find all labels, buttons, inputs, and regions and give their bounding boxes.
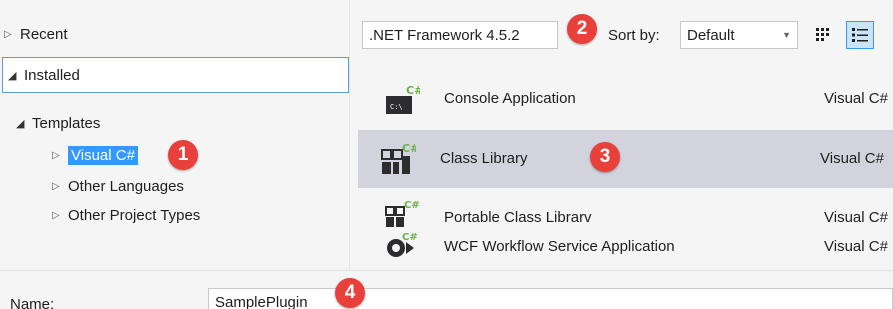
tree-item-visual-csharp[interactable]: ▷ Visual C# [52, 142, 138, 168]
template-name: Class Library [440, 150, 528, 167]
svg-text:C:\: C:\ [390, 103, 403, 111]
template-language: Visual C# [824, 209, 888, 226]
annotation-badge: 1 [168, 140, 198, 170]
grid-view-button[interactable] [811, 23, 835, 47]
tree-item-label: Recent [20, 25, 68, 43]
template-language: Visual C# [820, 150, 884, 167]
collapse-arrow-icon[interactable]: ◢ [16, 117, 32, 130]
grid-view-icon [816, 28, 829, 41]
list-view-icon [852, 28, 868, 42]
template-list: C:\ C# Console Application Visual C# C# … [350, 60, 893, 270]
template-language: Visual C# [824, 238, 888, 255]
console-app-icon: C:\ C# [386, 84, 420, 114]
framework-select[interactable]: .NET Framework 4.5.2 [362, 21, 558, 49]
template-language: Visual C# [824, 90, 888, 107]
template-tree: ▷ Recent ◢ Installed ◢ Templates ▷ Visua… [0, 0, 350, 270]
tree-item-label: Visual C# [68, 145, 138, 165]
svg-text:C#: C# [402, 232, 418, 243]
sort-value: Default [687, 26, 735, 44]
collapse-arrow-icon[interactable]: ◢ [8, 69, 24, 82]
tree-item-templates[interactable]: ◢ Templates [16, 110, 100, 136]
tree-item-label: Templates [32, 114, 101, 132]
list-item[interactable]: C# Class Library Visual C# [358, 130, 893, 188]
expand-arrow-icon[interactable]: ▷ [52, 181, 68, 192]
name-label: Name: [10, 296, 55, 309]
list-item[interactable]: C:\ C# Console Application Visual C# [362, 70, 893, 128]
template-name: Portable Class Librarv [444, 209, 592, 226]
tree-item-label: Installed [24, 66, 80, 84]
expand-arrow-icon[interactable]: ▷ [52, 210, 68, 221]
svg-text:C#: C# [404, 200, 420, 211]
tree-item-other-project-types[interactable]: ▷ Other Project Types [52, 202, 200, 228]
tree-item-installed[interactable]: ◢ Installed [8, 62, 80, 88]
template-name: WCF Workflow Service Application [444, 238, 675, 255]
sort-by-select[interactable]: Default ▼ [680, 21, 798, 49]
new-project-dialog: ▷ Recent ◢ Installed ◢ Templates ▷ Visua… [0, 0, 893, 309]
portable-class-library-icon: C# [385, 200, 420, 227]
list-item[interactable]: C# Portable Class Librarv Visual C# [362, 195, 893, 229]
chevron-down-icon: ▼ [782, 30, 791, 40]
class-library-icon: C# [381, 142, 416, 174]
list-view-button[interactable] [846, 21, 874, 49]
annotation-badge: 2 [567, 14, 597, 44]
framework-value: .NET Framework 4.5.2 [369, 26, 520, 44]
tree-item-recent[interactable]: ▷ Recent [4, 21, 68, 47]
tree-item-label: Other Project Types [68, 206, 201, 224]
expand-arrow-icon[interactable]: ▷ [4, 29, 20, 40]
wcf-workflow-icon: C# [387, 232, 418, 257]
expand-arrow-icon[interactable]: ▷ [52, 150, 68, 161]
svg-text:C#: C# [406, 84, 420, 97]
sort-by-label: Sort by: [608, 27, 660, 44]
svg-text:C#: C# [402, 142, 416, 155]
template-name: Console Application [444, 90, 576, 107]
tree-item-other-languages[interactable]: ▷ Other Languages [52, 173, 184, 199]
list-item[interactable]: C# WCF Workflow Service Application Visu… [362, 226, 893, 260]
annotation-badge: 4 [335, 278, 365, 308]
project-name-input[interactable] [208, 288, 893, 309]
tree-item-label: Other Languages [68, 177, 184, 195]
annotation-badge: 3 [590, 142, 620, 172]
